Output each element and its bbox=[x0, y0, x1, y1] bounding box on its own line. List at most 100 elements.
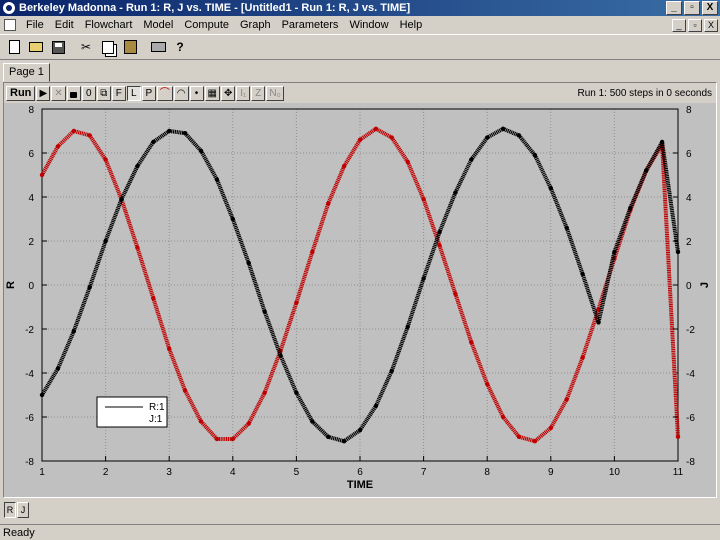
data-point bbox=[564, 225, 569, 230]
doc-restore-button[interactable]: ▫ bbox=[688, 18, 702, 32]
legend-button[interactable]: L bbox=[126, 85, 141, 101]
grid-button[interactable]: ▦ bbox=[204, 85, 220, 101]
menu-compute[interactable]: Compute bbox=[180, 19, 236, 31]
curve-button[interactable]: ◠ bbox=[173, 85, 189, 101]
graph-footer: R J bbox=[0, 498, 720, 522]
y-tick-label-left: 8 bbox=[28, 105, 34, 116]
initial-button[interactable]: N₀ bbox=[266, 85, 284, 101]
lines-button[interactable]: ⌒ bbox=[156, 85, 173, 101]
readout-button[interactable]: ✥ bbox=[220, 85, 236, 101]
data-point bbox=[151, 296, 156, 301]
y-tick-label-right: 4 bbox=[686, 193, 692, 204]
data-point bbox=[278, 353, 283, 358]
main-toolbar: ✂ ? bbox=[0, 34, 720, 60]
data-point bbox=[71, 329, 77, 334]
paste-button[interactable] bbox=[120, 37, 140, 57]
data-point bbox=[596, 320, 601, 325]
data-point bbox=[516, 133, 522, 138]
x-tick-label: 7 bbox=[421, 467, 427, 478]
variable-button-j[interactable]: J bbox=[17, 502, 29, 518]
data-point bbox=[485, 381, 490, 387]
y-tick-label-left: 4 bbox=[28, 193, 34, 204]
overlay-button[interactable]: ⧉ bbox=[96, 85, 111, 101]
graph-window: Run ▶ ✕ 0 ⧉ F L P ⌒ ◠ • ▦ ✥ I₁ Z N₀ Run … bbox=[3, 82, 717, 498]
data-point bbox=[103, 157, 108, 162]
zoom-button[interactable]: Z bbox=[251, 85, 266, 101]
data-point bbox=[87, 133, 92, 138]
data-point bbox=[39, 172, 45, 178]
data-point bbox=[246, 421, 251, 426]
lines-icon: ⌒ bbox=[159, 87, 170, 99]
copy-button[interactable] bbox=[98, 37, 118, 57]
print-icon bbox=[150, 42, 166, 52]
x-axis-label: TIME bbox=[347, 479, 373, 491]
data-point bbox=[326, 434, 331, 439]
y-tick-label-left: -2 bbox=[25, 325, 34, 336]
menu-edit[interactable]: Edit bbox=[51, 19, 81, 31]
menu-file[interactable]: File bbox=[22, 19, 51, 31]
open-icon bbox=[29, 42, 43, 52]
data-point bbox=[39, 392, 45, 398]
lock-button[interactable] bbox=[66, 85, 81, 101]
run-button[interactable]: Run bbox=[6, 85, 36, 101]
legend[interactable]: R:1 J:1 bbox=[96, 396, 168, 428]
parameters-button[interactable]: P bbox=[141, 85, 156, 101]
save-button[interactable] bbox=[48, 37, 68, 57]
dots-button[interactable]: • bbox=[189, 85, 204, 101]
y-tick-label-right: -4 bbox=[686, 369, 695, 380]
data-point bbox=[675, 249, 681, 255]
variable-button-r[interactable]: R bbox=[4, 502, 16, 518]
y-tick-label-left: -4 bbox=[25, 369, 34, 380]
cut-button[interactable]: ✂ bbox=[76, 37, 96, 57]
y-axis-label-right: J bbox=[699, 282, 711, 288]
menu-window[interactable]: Window bbox=[345, 19, 395, 31]
data-point bbox=[341, 164, 347, 169]
zero-button[interactable]: 0 bbox=[81, 85, 96, 101]
status-text: Ready bbox=[3, 526, 35, 539]
new-button[interactable] bbox=[4, 37, 24, 57]
data-point bbox=[167, 346, 172, 351]
data-point bbox=[167, 128, 172, 134]
paste-icon bbox=[123, 40, 137, 54]
data-point bbox=[405, 159, 410, 164]
data-point bbox=[516, 434, 522, 439]
fft-button[interactable]: F bbox=[111, 85, 126, 101]
play-button[interactable]: ▶ bbox=[36, 85, 51, 101]
minimize-button[interactable]: _ bbox=[666, 1, 682, 15]
menu-graph[interactable]: Graph bbox=[236, 19, 278, 31]
data-point bbox=[326, 201, 331, 206]
data-point bbox=[453, 291, 458, 296]
stop-button[interactable]: ✕ bbox=[51, 85, 66, 101]
data-point bbox=[469, 340, 474, 345]
print-button[interactable] bbox=[148, 37, 168, 57]
doc-close-button[interactable]: X bbox=[704, 18, 718, 32]
data-point bbox=[357, 137, 363, 142]
data-point bbox=[198, 419, 204, 424]
data-point bbox=[71, 128, 77, 134]
x-tick-label: 3 bbox=[166, 467, 172, 478]
zoom-in-button[interactable]: I₁ bbox=[236, 85, 251, 101]
maximize-button[interactable]: ▫ bbox=[684, 1, 700, 15]
menu-parameters[interactable]: Parameters bbox=[278, 19, 346, 31]
legend-label-r: R:1 bbox=[149, 402, 165, 413]
menu-model[interactable]: Model bbox=[139, 19, 180, 31]
close-button[interactable]: X bbox=[702, 1, 718, 15]
help-icon: ? bbox=[176, 40, 184, 54]
tab-page-1[interactable]: Page 1 bbox=[3, 63, 50, 82]
document-icon[interactable] bbox=[4, 19, 16, 31]
x-tick-label: 1 bbox=[39, 467, 45, 478]
doc-minimize-button[interactable]: _ bbox=[672, 18, 686, 32]
menu-help[interactable]: Help bbox=[396, 19, 430, 31]
data-point bbox=[357, 428, 363, 433]
help-button[interactable]: ? bbox=[170, 37, 190, 57]
y-tick-label-left: -8 bbox=[25, 457, 34, 468]
menu-flowchart[interactable]: Flowchart bbox=[81, 19, 140, 31]
graph-toolbar: Run ▶ ✕ 0 ⧉ F L P ⌒ ◠ • ▦ ✥ I₁ Z N₀ Run … bbox=[4, 83, 716, 103]
y-tick-label-left: 0 bbox=[28, 281, 34, 292]
data-point bbox=[532, 153, 538, 158]
copy-icon bbox=[102, 40, 114, 54]
x-tick-label: 6 bbox=[357, 467, 363, 478]
data-point bbox=[230, 436, 235, 442]
data-point bbox=[103, 238, 108, 244]
open-button[interactable] bbox=[26, 37, 46, 57]
